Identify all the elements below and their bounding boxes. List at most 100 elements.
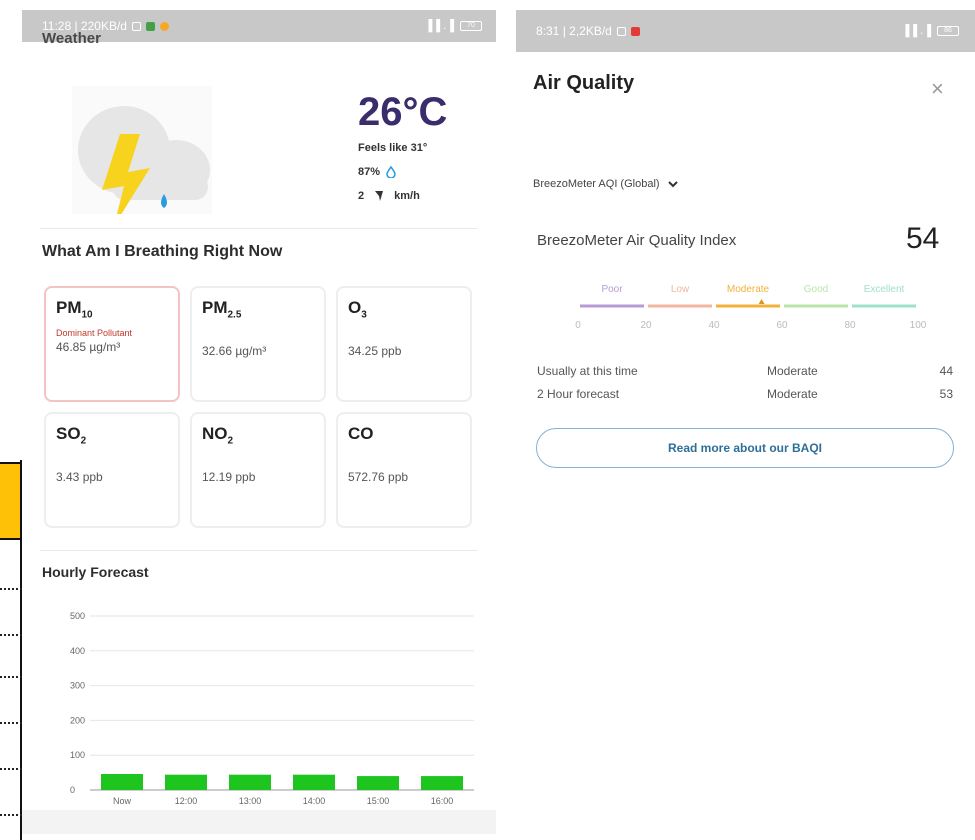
scale-category-label: Excellent: [864, 284, 905, 295]
bar[interactable]: [293, 774, 335, 790]
alarm-icon: [131, 21, 141, 31]
pollutant-card-pm25[interactable]: PM2.5 32.66 µg/m³: [190, 286, 326, 402]
scale-category-label: Moderate: [727, 284, 770, 295]
y-tick-label: 300: [70, 681, 85, 691]
background-dotted-line: [0, 768, 22, 770]
background-dotted-line: [0, 814, 22, 816]
dominant-pollutant-label: Dominant Pollutant: [56, 328, 133, 339]
background-dotted-line: [0, 722, 22, 724]
scale-tick-label: 0: [575, 320, 581, 331]
signal-icon: ▐▐ .▐: [901, 25, 932, 37]
battery-icon: 86: [937, 26, 959, 36]
pollutant-name: PM10: [56, 298, 93, 321]
signal-icon: ▐▐ .▐: [424, 20, 455, 32]
pollutant-card-so2[interactable]: SO2 3.43 ppb: [44, 412, 180, 528]
bar[interactable]: [165, 774, 207, 790]
scale-tick-label: 100: [910, 320, 927, 331]
pollutant-card-o3[interactable]: O3 34.25 ppb: [336, 286, 472, 402]
droplet-icon: [386, 166, 396, 178]
app-notification-icon: [145, 21, 155, 31]
pollutant-name: PM2.5: [202, 298, 242, 321]
y-tick-label: 200: [70, 715, 85, 725]
x-tick-label: 15:00: [367, 796, 390, 806]
bar[interactable]: [101, 773, 143, 790]
scale-tick-label: 40: [708, 320, 720, 331]
feels-like: Feels like 31°: [358, 142, 428, 154]
x-tick-label: 13:00: [239, 796, 262, 806]
close-icon[interactable]: ×: [931, 76, 944, 102]
humidity: 87%: [358, 166, 396, 178]
pollutant-card-co[interactable]: CO 572.76 ppb: [336, 412, 472, 528]
temperature: 26°C: [358, 90, 448, 134]
pollutant-name: SO2: [56, 424, 87, 447]
page-title: Air Quality: [533, 72, 635, 94]
chevron-down-icon: [667, 180, 678, 187]
usual-row: Usually at this time Moderate 44: [537, 364, 953, 378]
aqi-index-value: 54: [906, 222, 940, 255]
row-label: 2 Hour forecast: [537, 387, 620, 401]
wind-unit: km/h: [394, 190, 420, 202]
y-tick-label: 500: [70, 611, 85, 621]
aqi-selector-label: BreezoMeter AQI (Global): [533, 178, 660, 190]
pollutant-value: 3.43 ppb: [56, 470, 103, 485]
pollutant-value: 12.19 ppb: [202, 470, 256, 485]
pollutant-value: 32.66 µg/m³: [202, 344, 267, 359]
aqi-scale: Poor Low Moderate Good Excellent 0 20 40 60 80 100: [575, 284, 927, 331]
battery-icon: 70: [460, 21, 482, 31]
row-label: Usually at this time: [537, 364, 638, 378]
thunderstorm-icon: [72, 86, 212, 214]
air-quality-screen: 8:31 | 2,2KB/d ▐▐ .▐ 86 Air Quality × Br…: [516, 10, 975, 836]
pollutant-name: NO2: [202, 424, 234, 447]
y-tick-label: 100: [70, 750, 85, 760]
x-tick-label: 12:00: [175, 796, 198, 806]
y-tick-label: 400: [70, 646, 85, 656]
wind-direction-icon: [375, 191, 384, 201]
scale-marker: [758, 299, 765, 304]
breathing-title: What Am I Breathing Right Now: [42, 243, 283, 260]
row-category: Moderate: [767, 387, 818, 401]
row-category: Moderate: [767, 364, 818, 378]
pollutant-card-pm10[interactable]: PM10 Dominant Pollutant 46.85 µg/m³: [44, 286, 180, 402]
wind: 2 km/h: [358, 190, 420, 202]
bar[interactable]: [229, 774, 271, 790]
scale-tick-label: 60: [776, 320, 788, 331]
pollutant-value: 572.76 ppb: [348, 470, 409, 485]
background-dotted-line: [0, 588, 22, 590]
location-icon: [159, 21, 169, 31]
weather-screen: 11:28 | 220KB/d ▐▐ .▐ 70 Weather 26°C Fe…: [22, 10, 496, 834]
x-tick-label: 16:00: [431, 796, 454, 806]
pollutant-value: 46.85 µg/m³: [56, 340, 121, 355]
current-weather: 26°C Feels like 31° 87% 2 km/h: [22, 42, 496, 228]
divider: [40, 550, 478, 551]
scale-category-label: Good: [804, 284, 828, 295]
pollutant-card-no2[interactable]: NO2 12.19 ppb: [190, 412, 326, 528]
aqi-selector[interactable]: BreezoMeter AQI (Global): [533, 178, 678, 190]
forecast-row: 2 Hour forecast Moderate 53: [537, 387, 953, 401]
scale-tick-label: 20: [640, 320, 652, 331]
pollutant-name: CO: [348, 424, 374, 443]
hourly-forecast-chart: 0 100 200 300 400 500 Now 12:00 13:00 14:00 15:00 1…: [70, 611, 474, 806]
status-time: 8:31 | 2,2KB/d: [536, 24, 612, 38]
footer-strip: [22, 810, 496, 834]
read-more-button[interactable]: Read more about our BAQI: [536, 428, 954, 468]
pollutant-value: 34.25 ppb: [348, 344, 402, 359]
app-notification-icon: [630, 26, 640, 36]
scale-tick-label: 80: [844, 320, 856, 331]
aqi-index-label: BreezoMeter Air Quality Index: [537, 232, 737, 249]
row-value: 53: [939, 387, 953, 401]
background-dotted-line: [0, 676, 22, 678]
x-tick-label: 14:00: [303, 796, 326, 806]
y-tick-label: 0: [70, 785, 75, 795]
bar[interactable]: [357, 776, 399, 790]
status-bar: 8:31 | 2,2KB/d ▐▐ .▐ 86: [516, 10, 975, 52]
scale-category-label: Low: [671, 284, 690, 295]
row-value: 44: [939, 364, 953, 378]
x-tick-label: Now: [113, 796, 132, 806]
wind-speed: 2: [358, 190, 365, 202]
alarm-icon: [616, 26, 626, 36]
scale-category-label: Poor: [601, 284, 623, 295]
hourly-forecast-title: Hourly Forecast: [42, 564, 149, 580]
humidity-value: 87%: [358, 166, 381, 178]
background-dotted-line: [0, 634, 22, 636]
bar[interactable]: [421, 776, 463, 790]
